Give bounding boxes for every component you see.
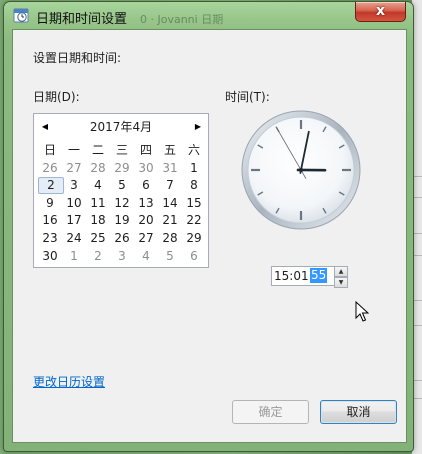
calendar-day-other-month[interactable]: 31 — [158, 160, 182, 177]
calendar-day[interactable]: 26 — [110, 230, 134, 247]
calendar-day[interactable]: 3 — [62, 177, 86, 194]
clock-center-pin — [299, 168, 303, 172]
calendar-day[interactable]: 22 — [182, 212, 206, 229]
calendar-day[interactable]: 10 — [62, 195, 86, 212]
calendar-day[interactable]: 2 — [38, 177, 64, 195]
calendar-day[interactable]: 25 — [86, 230, 110, 247]
date-label: 日期(D): — [33, 90, 80, 104]
calendar-day[interactable]: 30 — [38, 248, 62, 265]
close-button[interactable]: x — [355, 2, 406, 22]
calendar-day[interactable]: 8 — [182, 177, 206, 194]
calendar-day-other-month[interactable]: 6 — [182, 248, 206, 265]
calendar-day[interactable]: 13 — [134, 195, 158, 212]
calendar-day-other-month[interactable]: 26 — [38, 160, 62, 177]
spin-down-icon[interactable]: ▼ — [334, 277, 348, 288]
calendar-day-other-month[interactable]: 5 — [158, 248, 182, 265]
weekday-header: 六 — [187, 143, 200, 157]
time-input[interactable]: 15:01: 55 — [271, 266, 335, 286]
next-month-icon[interactable]: ▶ — [193, 122, 203, 132]
weekday-header: 五 — [163, 143, 176, 157]
calendar-day-grid: 日一二三四五六 26 27 28 29 30 31 1 2 3 4 5 6 7 8 9 10 11 12 13 14 15… — [38, 142, 206, 265]
set-datetime-label: 设置日期和时间: — [33, 51, 122, 65]
calendar-day[interactable]: 4 — [86, 177, 110, 194]
month-calendar[interactable]: ◀ 2017年4月 ▶ 日一二三四五六 26 27 28 29 30 31 1 2 3 4 5 6 7 8 9… — [33, 113, 209, 268]
datetime-dialog: 日期和时间设置 0 · Jovanni 日期 x 设置日期和时间: 日期(D):… — [3, 1, 414, 452]
weekday-header: 一 — [67, 143, 80, 157]
calendar-day-other-month[interactable]: 29 — [110, 160, 134, 177]
change-calendar-settings-link[interactable]: 更改日历设置 — [33, 373, 105, 390]
weekday-header: 日 — [43, 143, 56, 157]
mouse-pointer-icon — [355, 301, 369, 322]
calendar-day-other-month[interactable]: 3 — [110, 248, 134, 265]
calendar-day[interactable]: 9 — [38, 195, 62, 212]
calendar-day[interactable]: 1 — [182, 160, 206, 177]
calendar-day[interactable]: 18 — [86, 212, 110, 229]
calendar-month-title[interactable]: 2017年4月 — [34, 118, 208, 135]
weekday-header: 二 — [91, 143, 104, 157]
close-icon: x — [375, 3, 386, 19]
calendar-day[interactable]: 7 — [158, 177, 182, 194]
calendar-day[interactable]: 23 — [38, 230, 62, 247]
calendar-day[interactable]: 21 — [158, 212, 182, 229]
dialog-client-area: 设置日期和时间: 日期(D): 时间(T): ◀ 2017年4月 ▶ 日一二三四… — [12, 29, 407, 443]
calendar-day[interactable]: 20 — [134, 212, 158, 229]
calendar-day-other-month[interactable]: 2 — [86, 248, 110, 265]
weekday-header: 四 — [139, 143, 152, 157]
title-bar[interactable]: 日期和时间设置 0 · Jovanni 日期 x — [4, 2, 413, 28]
background-window-title: 0 · Jovanni 日期 — [140, 13, 224, 26]
time-seconds-selected[interactable]: 55 — [310, 268, 328, 283]
analog-clock — [241, 110, 361, 230]
calendar-day-other-month[interactable]: 27 — [62, 160, 86, 177]
cancel-button[interactable]: 取消 — [320, 400, 397, 424]
time-spinner[interactable]: ▲ ▼ — [334, 266, 348, 288]
calendar-day-other-month[interactable]: 28 — [86, 160, 110, 177]
calendar-day[interactable]: 29 — [182, 230, 206, 247]
calendar-day[interactable]: 6 — [134, 177, 158, 194]
calendar-day[interactable]: 5 — [110, 177, 134, 194]
calendar-day[interactable]: 11 — [86, 195, 110, 212]
weekday-header: 三 — [115, 143, 128, 157]
time-label: 时间(T): — [225, 90, 270, 104]
calendar-day-other-month[interactable]: 1 — [62, 248, 86, 265]
calendar-day[interactable]: 12 — [110, 195, 134, 212]
calendar-day[interactable]: 24 — [62, 230, 86, 247]
calendar-day-other-month[interactable]: 4 — [134, 248, 158, 265]
calendar-day[interactable]: 19 — [110, 212, 134, 229]
calendar-day[interactable]: 27 — [134, 230, 158, 247]
window-title: 日期和时间设置 — [36, 12, 128, 27]
calendar-day[interactable]: 14 — [158, 195, 182, 212]
calendar-day[interactable]: 28 — [158, 230, 182, 247]
calendar-day[interactable]: 17 — [62, 212, 86, 229]
clock-app-icon — [13, 8, 29, 23]
calendar-day[interactable]: 16 — [38, 212, 62, 229]
calendar-day[interactable]: 15 — [182, 195, 206, 212]
ok-button[interactable]: 确定 — [232, 400, 309, 424]
calendar-day-other-month[interactable]: 30 — [134, 160, 158, 177]
spin-up-icon[interactable]: ▲ — [334, 266, 348, 277]
time-hours-minutes[interactable]: 15:01: — [274, 269, 313, 283]
